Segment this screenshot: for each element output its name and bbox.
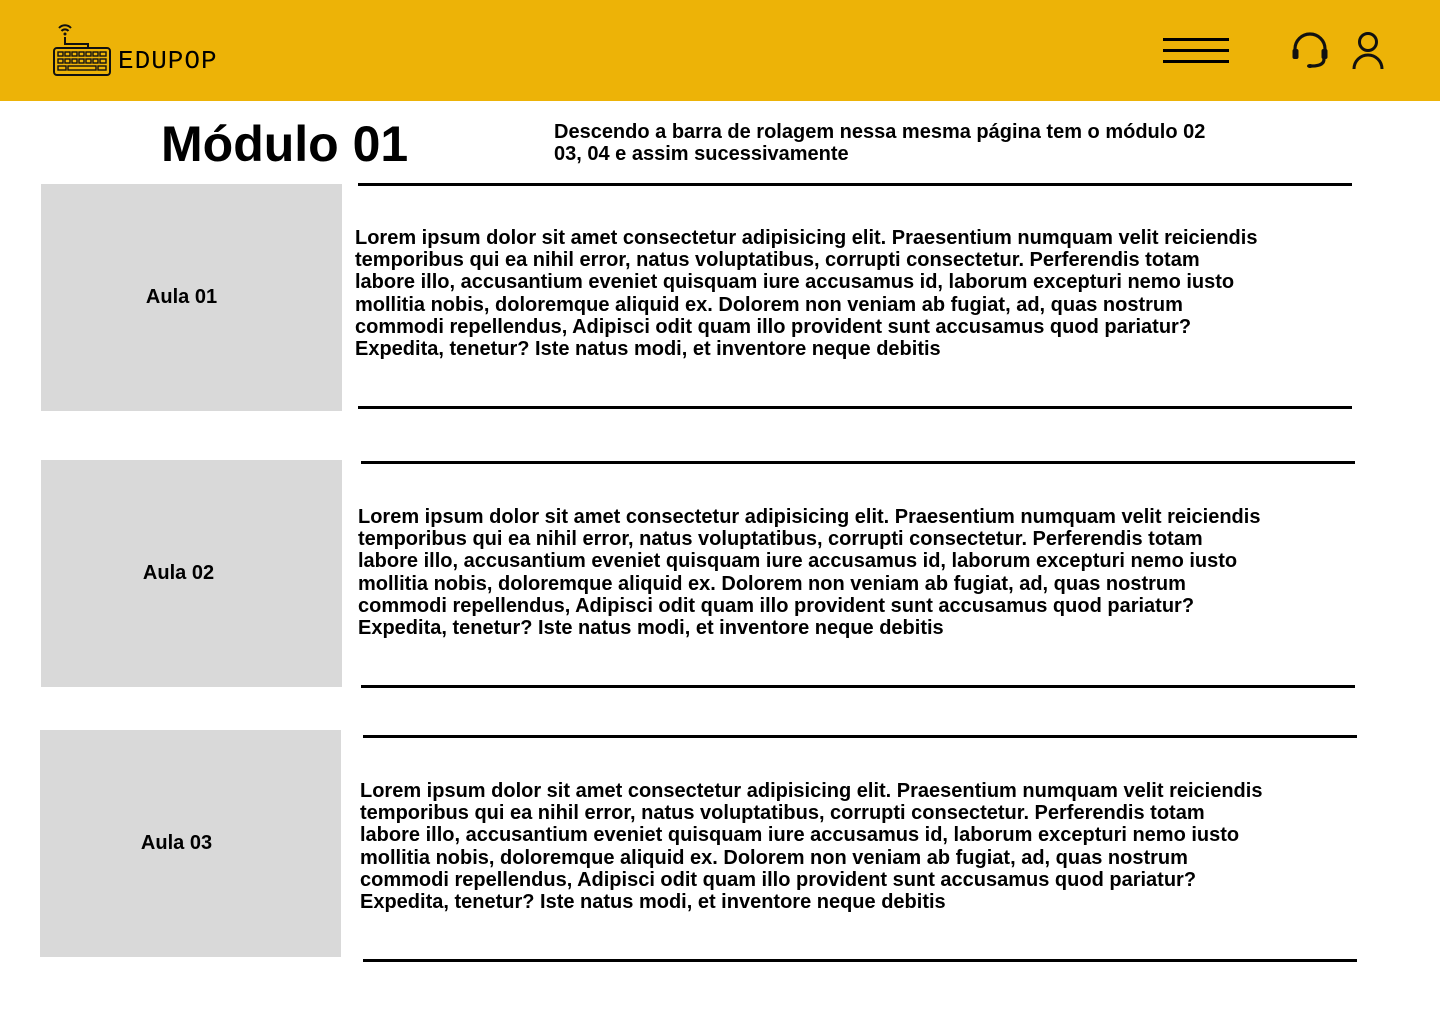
lesson-label: Aula 03 — [140, 832, 213, 854]
menu-icon-bar-bottom — [1163, 60, 1229, 63]
divider — [361, 461, 1355, 464]
lesson-description: Lorem ipsum dolor sit amet consectetur a… — [355, 227, 1258, 361]
brand-name[interactable]: EDUPOP — [118, 46, 218, 76]
menu-icon-bar-middle — [1163, 49, 1229, 52]
headset-icon[interactable] — [1290, 31, 1330, 71]
divider — [361, 685, 1355, 688]
module-note: Descendo a barra de rolagem nessa mesma … — [554, 121, 1206, 165]
lesson-thumbnail[interactable]: Aula 02 — [41, 460, 342, 687]
divider — [363, 735, 1357, 738]
divider — [358, 406, 1352, 409]
divider — [358, 183, 1352, 186]
top-bar: EDUPOP — [0, 0, 1440, 101]
menu-button[interactable] — [1163, 36, 1229, 66]
lesson-label: Aula 01 — [145, 286, 218, 308]
module-title: Módulo 01 — [161, 116, 409, 172]
lesson-thumbnail[interactable]: Aula 03 — [40, 730, 341, 957]
user-icon[interactable] — [1351, 31, 1385, 71]
lesson-description: Lorem ipsum dolor sit amet consectetur a… — [358, 506, 1261, 640]
divider — [363, 959, 1357, 962]
menu-icon-bar-top — [1163, 38, 1229, 41]
lesson-description: Lorem ipsum dolor sit amet consectetur a… — [360, 780, 1263, 914]
lesson-label: Aula 02 — [142, 562, 215, 584]
lesson-thumbnail[interactable]: Aula 01 — [41, 184, 342, 411]
keyboard-logo-icon[interactable] — [52, 20, 112, 78]
